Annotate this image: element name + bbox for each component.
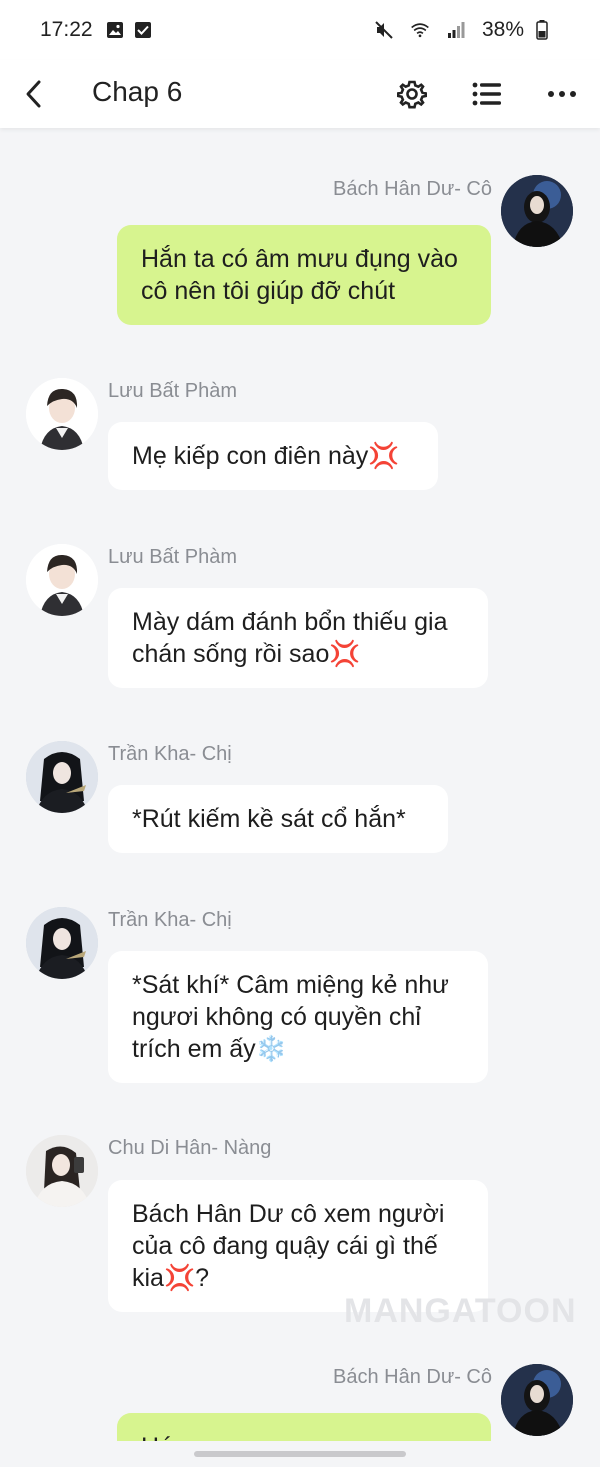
sender-name: Trần Kha- Chị [108, 909, 232, 931]
chat-area[interactable]: Bách Hân Dư- Cô Hắn ta có âm mưu đụng và… [0, 128, 600, 1441]
message-bubble: Hứa ... [117, 1413, 491, 1441]
settings-icon [397, 80, 427, 109]
avatar[interactable] [26, 741, 98, 813]
list-icon [472, 82, 501, 106]
back-button[interactable] [14, 74, 54, 114]
chapter-list-button[interactable] [465, 72, 509, 116]
page-title: Chap 6 [92, 76, 183, 107]
sender-name: Bách Hân Dư- Cô [332, 178, 492, 200]
sender-name: Lưu Bất Phàm [108, 546, 238, 568]
battery-icon [532, 20, 552, 40]
avatar[interactable] [26, 1135, 98, 1207]
settings-button[interactable] [390, 72, 434, 116]
watermark: MANGATOON [344, 1292, 577, 1330]
battery-percent: 38% [481, 18, 524, 41]
status-bar: 17:22 38% [0, 0, 600, 60]
message-bubble: Mẹ kiếp con điên này💢 [108, 422, 438, 490]
sender-name: Trần Kha- Chị [108, 743, 232, 765]
signal-icon [446, 20, 466, 40]
mute-icon [374, 20, 394, 40]
back-icon [26, 80, 41, 108]
wifi-icon [410, 20, 430, 40]
message-bubble: *Sát khí* Câm miệng kẻ như ngươi không c… [108, 951, 488, 1083]
avatar[interactable] [26, 544, 98, 616]
sender-name: Lưu Bất Phàm [108, 380, 238, 402]
message-bubble: Hắn ta có âm mưu đụng vào cô nên tôi giú… [117, 225, 491, 325]
avatar[interactable] [501, 175, 573, 247]
image-icon [105, 20, 125, 40]
avatar[interactable] [26, 907, 98, 979]
more-icon [548, 91, 576, 97]
sender-name: Bách Hân Dư- Cô [332, 1366, 492, 1388]
sender-name: Chu Di Hân- Nàng [108, 1137, 272, 1159]
avatar[interactable] [26, 378, 98, 450]
app-bar: Chap 6 [0, 60, 600, 128]
more-button[interactable] [540, 72, 584, 116]
avatar[interactable] [501, 1364, 573, 1436]
checkbox-icon [133, 20, 153, 40]
message-bubble: *Rút kiếm kề sát cổ hắn* [108, 785, 448, 853]
status-time: 17:22 [40, 18, 93, 41]
home-indicator[interactable] [194, 1451, 406, 1457]
message-bubble: Mày dám đánh bổn thiếu gia chán sống rồi… [108, 588, 488, 688]
